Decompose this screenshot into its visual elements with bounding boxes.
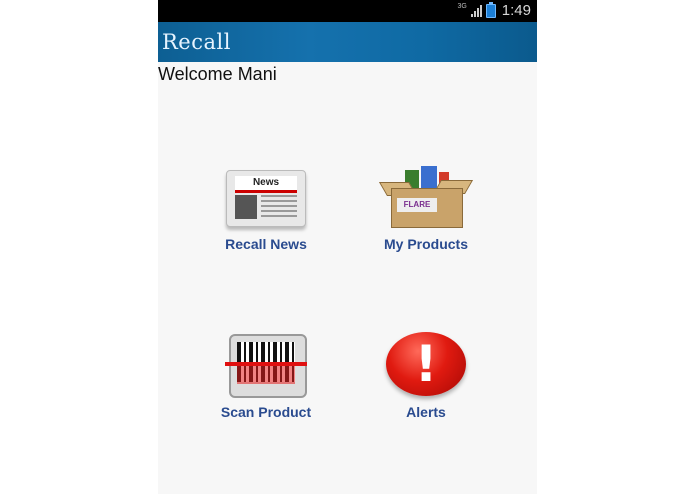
scan-product-button[interactable]: Scan Product — [206, 332, 326, 420]
phone-screen: 3G 1:49 Recall Welcome Mani News Recall … — [158, 0, 537, 494]
action-bar: Recall — [158, 22, 537, 62]
alert-icon: ! — [381, 332, 471, 398]
status-bar: 3G 1:49 — [158, 0, 537, 22]
newspaper-icon: News — [221, 164, 311, 230]
app-title: Recall — [162, 30, 231, 54]
recall-news-button[interactable]: News Recall News — [206, 164, 326, 252]
my-products-button[interactable]: FLARE My Products — [366, 164, 486, 252]
welcome-text: Welcome Mani — [158, 64, 277, 84]
network-type: 3G — [457, 3, 467, 10]
product-box-icon: FLARE — [378, 164, 474, 230]
box-label-text: FLARE — [397, 198, 437, 212]
scan-product-label: Scan Product — [220, 404, 312, 420]
signal-icon — [470, 4, 482, 17]
barcode-scanner-icon — [221, 332, 311, 398]
alerts-button[interactable]: ! Alerts — [366, 332, 486, 420]
recall-news-label: Recall News — [225, 236, 307, 252]
alerts-label: Alerts — [406, 404, 446, 420]
news-header-text: News — [235, 176, 297, 193]
my-products-label: My Products — [383, 236, 468, 252]
status-time: 1:49 — [501, 2, 531, 19]
battery-icon — [485, 1, 496, 18]
